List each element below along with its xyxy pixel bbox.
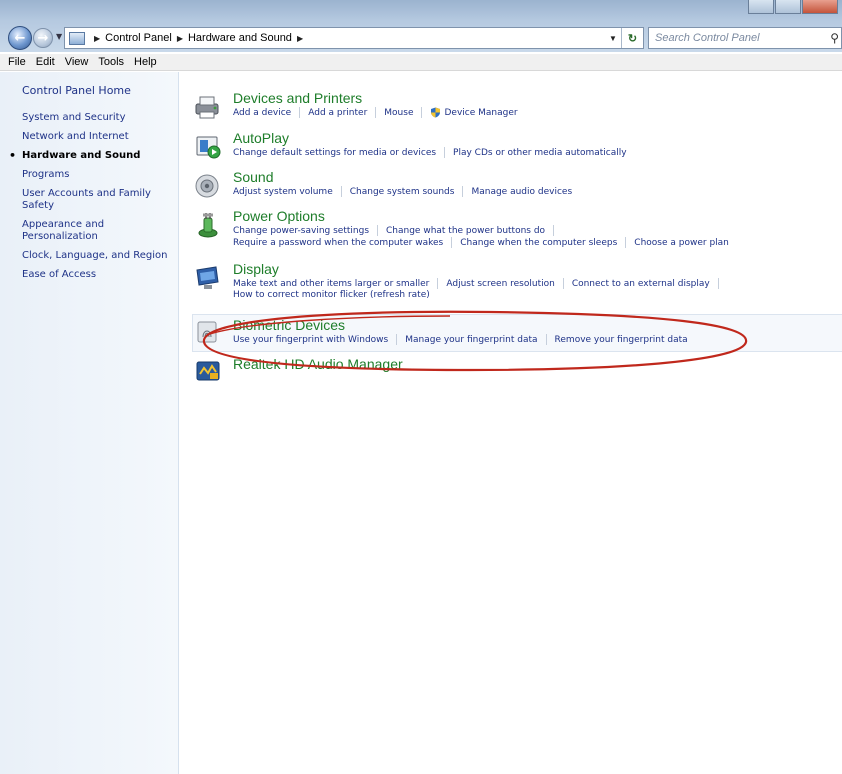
refresh-icon[interactable]: ↻ [621, 28, 643, 48]
sidebar-item-network-and-internet[interactable]: Network and Internet [22, 131, 177, 143]
window-titlebar: ← → ▼ ▶ Control Panel ▶ Hardware and Sou… [0, 0, 842, 52]
search-input[interactable]: Search Control Panel ⚲ [648, 27, 842, 49]
remove-fingerprint-data-link[interactable]: Remove your fingerprint data [555, 335, 688, 345]
main-content: Devices and Printers Add a device Add a … [180, 72, 842, 774]
adjust-screen-resolution-link[interactable]: Adjust screen resolution [446, 279, 554, 289]
biometric-devices-title[interactable]: Biometric Devices [233, 317, 345, 333]
breadcrumb-hardware-and-sound[interactable]: Hardware and Sound [188, 32, 292, 44]
manage-fingerprint-data-link[interactable]: Manage your fingerprint data [405, 335, 537, 345]
forward-arrow-icon: → [37, 30, 49, 46]
navigation-pane: Control Panel Home System and Security N… [0, 72, 179, 774]
back-arrow-icon: ← [14, 30, 26, 46]
power-options-title[interactable]: Power Options [233, 208, 325, 224]
require-password-on-wake-link[interactable]: Require a password when the computer wak… [233, 238, 443, 248]
add-a-device-link[interactable]: Add a device [233, 108, 291, 118]
change-system-sounds-link[interactable]: Change system sounds [350, 187, 455, 197]
maximize-button[interactable] [775, 0, 801, 14]
sidebar-item-appearance[interactable]: Appearance and Personalization [22, 219, 177, 243]
realtek-hd-audio-manager-title[interactable]: Realtek HD Audio Manager [233, 356, 403, 372]
menu-help[interactable]: Help [129, 56, 162, 68]
make-text-larger-link[interactable]: Make text and other items larger or smal… [233, 279, 429, 289]
uac-shield-icon [431, 107, 441, 118]
menu-file[interactable]: File [3, 56, 31, 68]
use-fingerprint-link[interactable]: Use your fingerprint with Windows [233, 335, 388, 345]
menu-tools[interactable]: Tools [93, 56, 129, 68]
adjust-system-volume-link[interactable]: Adjust system volume [233, 187, 333, 197]
devices-and-printers-links: Add a device Add a printer Mouse Device … [233, 107, 518, 118]
power-icon [198, 213, 218, 238]
manage-audio-devices-link[interactable]: Manage audio devices [471, 187, 572, 197]
sidebar-item-clock-language-region[interactable]: Clock, Language, and Region [22, 250, 177, 262]
search-icon[interactable]: ⚲ [830, 31, 839, 45]
display-title[interactable]: Display [233, 261, 279, 277]
breadcrumb-control-panel[interactable]: Control Panel [105, 32, 172, 44]
play-cds-link[interactable]: Play CDs or other media automatically [453, 148, 627, 158]
breadcrumb-chevron-icon[interactable]: ▶ [94, 34, 100, 43]
devices-and-printers-title[interactable]: Devices and Printers [233, 90, 362, 106]
sound-title[interactable]: Sound [233, 169, 273, 185]
breadcrumb-chevron-icon[interactable]: ▶ [297, 34, 303, 43]
search-placeholder: Search Control Panel [655, 32, 760, 44]
audio-manager-icon [196, 361, 220, 381]
change-power-saving-settings-link[interactable]: Change power-saving settings [233, 226, 369, 236]
sidebar-item-user-accounts[interactable]: User Accounts and Family Safety [22, 188, 177, 212]
display-links-row1: Make text and other items larger or smal… [233, 278, 727, 289]
sidebar-item-hardware-and-sound: Hardware and Sound [9, 150, 177, 162]
category-list: System and Security Network and Internet… [9, 112, 177, 288]
control-panel-icon [69, 31, 85, 45]
display-links-row2: How to correct monitor flicker (refresh … [233, 290, 430, 300]
display-icon [196, 266, 219, 289]
menu-bar: File Edit View Tools Help [0, 54, 842, 71]
minimize-button[interactable] [748, 0, 774, 14]
sound-links: Adjust system volume Change system sound… [233, 186, 572, 197]
address-bar[interactable]: ▶ Control Panel ▶ Hardware and Sound ▶ ▼… [64, 27, 644, 49]
breadcrumb-chevron-icon[interactable]: ▶ [177, 34, 183, 43]
window-controls [748, 0, 838, 14]
menu-edit[interactable]: Edit [31, 56, 60, 68]
monitor-flicker-link[interactable]: How to correct monitor flicker (refresh … [233, 290, 430, 300]
speaker-icon [195, 174, 219, 198]
recent-pages-dropdown-icon[interactable]: ▼ [56, 32, 62, 41]
biometric-devices-links: Use your fingerprint with Windows Manage… [233, 334, 688, 345]
menu-view[interactable]: View [60, 56, 94, 68]
device-manager-link[interactable]: Device Manager [444, 108, 517, 118]
close-button[interactable] [802, 0, 838, 14]
autoplay-links: Change default settings for media or dev… [233, 147, 627, 158]
mouse-link[interactable]: Mouse [384, 108, 413, 118]
change-power-buttons-link[interactable]: Change what the power buttons do [386, 226, 545, 236]
connect-external-display-link[interactable]: Connect to an external display [572, 279, 710, 289]
power-options-links-row2: Require a password when the computer wak… [233, 237, 729, 248]
choose-a-power-plan-link[interactable]: Choose a power plan [634, 238, 729, 248]
power-options-links-row1: Change power-saving settings Change what… [233, 225, 562, 236]
autoplay-icon [196, 136, 221, 159]
add-a-printer-link[interactable]: Add a printer [308, 108, 367, 118]
sidebar-item-system-and-security[interactable]: System and Security [22, 112, 177, 124]
autoplay-title[interactable]: AutoPlay [233, 130, 289, 146]
back-button[interactable]: ← [8, 26, 32, 50]
fingerprint-icon [197, 321, 217, 343]
sidebar-item-ease-of-access[interactable]: Ease of Access [22, 269, 177, 281]
sidebar-item-programs[interactable]: Programs [22, 169, 177, 181]
change-default-settings-link[interactable]: Change default settings for media or dev… [233, 148, 436, 158]
control-panel-home-link[interactable]: Control Panel Home [22, 84, 131, 97]
forward-button[interactable]: → [33, 28, 53, 48]
change-when-computer-sleeps-link[interactable]: Change when the computer sleeps [460, 238, 617, 248]
printer-icon [195, 96, 219, 119]
address-dropdown-icon[interactable]: ▼ [605, 34, 621, 43]
